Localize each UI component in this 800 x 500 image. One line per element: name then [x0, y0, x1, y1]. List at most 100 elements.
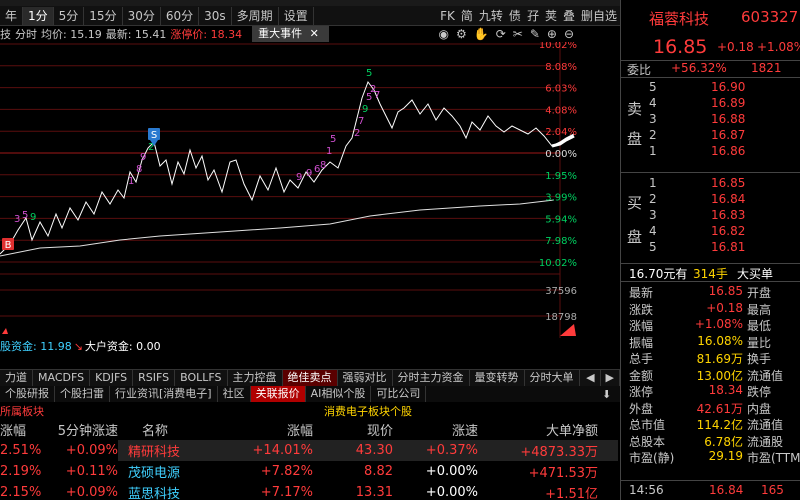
tabs-prev-icon[interactable]: ◀ [581, 370, 601, 386]
info-tab[interactable]: 行业资讯[消费电子] [110, 386, 218, 402]
sector-table: 涨幅 5分钟涨速 2.51% +0.09% 2.19% +0.11% 2.15% +0.0… [0, 419, 118, 500]
big-order-row: 16.70元有 314手 大买单 [621, 263, 800, 282]
buy-marker-label: B [5, 240, 12, 251]
period-1min[interactable]: 1分 [23, 6, 54, 25]
multi-period-button[interactable]: 多周期 [232, 6, 279, 25]
period-30s[interactable]: 30s [199, 6, 232, 25]
tick-price: 16.84 [709, 483, 744, 497]
sector-col1[interactable]: 涨幅 [0, 420, 52, 439]
indicator-tab[interactable]: BOLLFS [175, 370, 228, 386]
remove-watchlist-button[interactable]: 删自选 [578, 7, 620, 25]
buy-level-row[interactable]: 1 16.85 [621, 176, 800, 192]
latest-price-label: 最新: 15.41 [105, 28, 167, 41]
scissors-icon[interactable]: ✂ [513, 27, 523, 41]
zoom-out-icon[interactable]: ⊖ [564, 27, 574, 41]
big-order-qty: 314手 [693, 267, 728, 281]
indicator-tab[interactable]: 强弱对比 [338, 370, 393, 386]
simplified-button[interactable]: 简 [458, 7, 476, 25]
indicator-tab[interactable]: 绝佳卖点 [282, 370, 338, 386]
indicator-tab[interactable]: KDJFS [90, 370, 134, 386]
indicator-tab[interactable]: RSIFS [133, 370, 176, 386]
col-price[interactable]: 现价 [313, 420, 393, 439]
indicator-tab[interactable]: 分时大单 [525, 370, 580, 386]
sell-level-row[interactable]: 3 16.88 [621, 112, 800, 128]
stat-key-2: 流通值 [747, 368, 784, 383]
hand-icon[interactable]: ✋ [474, 27, 489, 41]
info-tab[interactable]: 个股研报 [0, 386, 55, 402]
bond-button[interactable]: 债 [506, 7, 524, 25]
sell-level-row[interactable]: 4 16.89 [621, 96, 800, 112]
fk-button[interactable]: FK [437, 7, 458, 25]
table-row[interactable]: 蓝思科技 +7.17% 13.31 +0.00% +1.51亿 [118, 482, 618, 500]
sell-level-row[interactable]: 1 16.86 [621, 144, 800, 160]
indicator-tab[interactable]: 量变转势 [470, 370, 525, 386]
zoom-in-icon[interactable]: ⊕ [547, 27, 557, 41]
buy-marker[interactable]: B [2, 238, 14, 251]
sector-table-header: 涨幅 5分钟涨速 [0, 419, 118, 440]
info-tab[interactable]: AI相似个股 [306, 386, 372, 402]
col-name[interactable]: 名称 [118, 420, 218, 439]
stat-key-2: 量比 [747, 335, 772, 350]
period-60min[interactable]: 60分 [161, 6, 200, 25]
eye-icon[interactable]: ◉ [438, 27, 448, 41]
intraday-chart[interactable]: 35918929968152795257 SB 10.02% 8.08% 6.03%… [0, 42, 578, 338]
volume-tick-label: 37596 [545, 286, 577, 297]
stack-button[interactable]: 叠 [560, 7, 578, 25]
col-net[interactable]: 大单净额 [478, 420, 598, 439]
sell-price: 16.87 [711, 128, 746, 142]
settings-button[interactable]: 设置 [279, 6, 314, 25]
download-icon[interactable]: ⬇ [602, 388, 611, 401]
sector-title: 所属板块 [0, 405, 44, 418]
table-row[interactable]: 精研科技 +14.01% 43.30 +0.37% +4873.33万 [118, 440, 618, 461]
col-pct[interactable]: 涨幅 [218, 420, 313, 439]
y-tick-label: 0.00% [545, 149, 577, 160]
buy-level-row[interactable]: 3 16.83 [621, 208, 800, 224]
fund-arrow-icon: ↘ [73, 339, 83, 353]
buy-level-row[interactable]: 2 16.84 [621, 192, 800, 208]
sell-level-row[interactable]: 2 16.87 [621, 128, 800, 144]
indicator-tab[interactable]: MACDFS [33, 370, 91, 386]
stat-value: 16.85 [708, 284, 743, 298]
period-year[interactable]: 年 [0, 6, 24, 25]
sector-row[interactable]: 2.15% +0.09% [0, 482, 118, 500]
big-fund-label: 大户资金: 0.00 [84, 340, 161, 353]
sector-stocks-title-text: 消费电子板块个股 [324, 405, 412, 418]
buy-level-row[interactable]: 5 16.81 [621, 240, 800, 256]
y-tick-label: 7.98% [545, 236, 577, 247]
stat-value: 42.61万 [696, 401, 743, 416]
stock-name-cell[interactable]: 茂硕电源 [118, 462, 218, 481]
table-row[interactable]: 茂硕电源 +7.82% 8.82 +0.00% +471.53万 [118, 461, 618, 482]
info-tab[interactable]: 关联报价 [250, 386, 306, 402]
sector-stocks-title: 消费电子板块个股 [118, 403, 618, 419]
sector-row[interactable]: 2.19% +0.11% [0, 461, 118, 482]
buy-level-row[interactable]: 4 16.82 [621, 224, 800, 240]
overlay-button[interactable]: 荚 [542, 7, 560, 25]
draw-icon[interactable]: ✎ [530, 27, 540, 41]
price-row: 16.85 +0.18 +1.08% [621, 36, 800, 58]
info-tab[interactable]: 社区 [218, 386, 251, 402]
indicator-tab[interactable]: 力道 [0, 370, 33, 386]
stock-pct-cell: +7.17% [260, 485, 313, 500]
info-tab[interactable]: 可比公司 [371, 386, 427, 402]
sector-row[interactable]: 2.51% +0.09% [0, 440, 118, 461]
period-15min[interactable]: 15分 [84, 6, 123, 25]
gear-icon[interactable]: ⚙ [456, 27, 467, 41]
nine-turn-button[interactable]: 九转 [476, 7, 506, 25]
tabs-next-icon[interactable]: ▶ [601, 370, 620, 386]
buy-price: 16.83 [711, 208, 746, 222]
stock-name-cell[interactable]: 精研科技 [118, 441, 218, 460]
digit-label: 5 [330, 134, 336, 145]
indicator-tab[interactable]: 主力控盘 [228, 370, 283, 386]
col-speed[interactable]: 涨速 [393, 420, 478, 439]
stock-name-cell[interactable]: 蓝思科技 [118, 483, 218, 500]
sell-level-row[interactable]: 5 16.90 [621, 80, 800, 96]
period-5min[interactable]: 5分 [54, 6, 85, 25]
refresh-icon[interactable]: ⟳ [496, 27, 506, 41]
major-event-tab[interactable]: 重大事件 ✕ [252, 26, 329, 42]
period-30min[interactable]: 30分 [123, 6, 161, 25]
info-tab[interactable]: 个股扫雷 [55, 386, 110, 402]
twin-button[interactable]: 孖 [524, 7, 542, 25]
sector-col2[interactable]: 5分钟涨速 [52, 420, 118, 439]
close-icon[interactable]: ✕ [310, 27, 319, 40]
indicator-tab[interactable]: 分时主力资金 [393, 370, 470, 386]
